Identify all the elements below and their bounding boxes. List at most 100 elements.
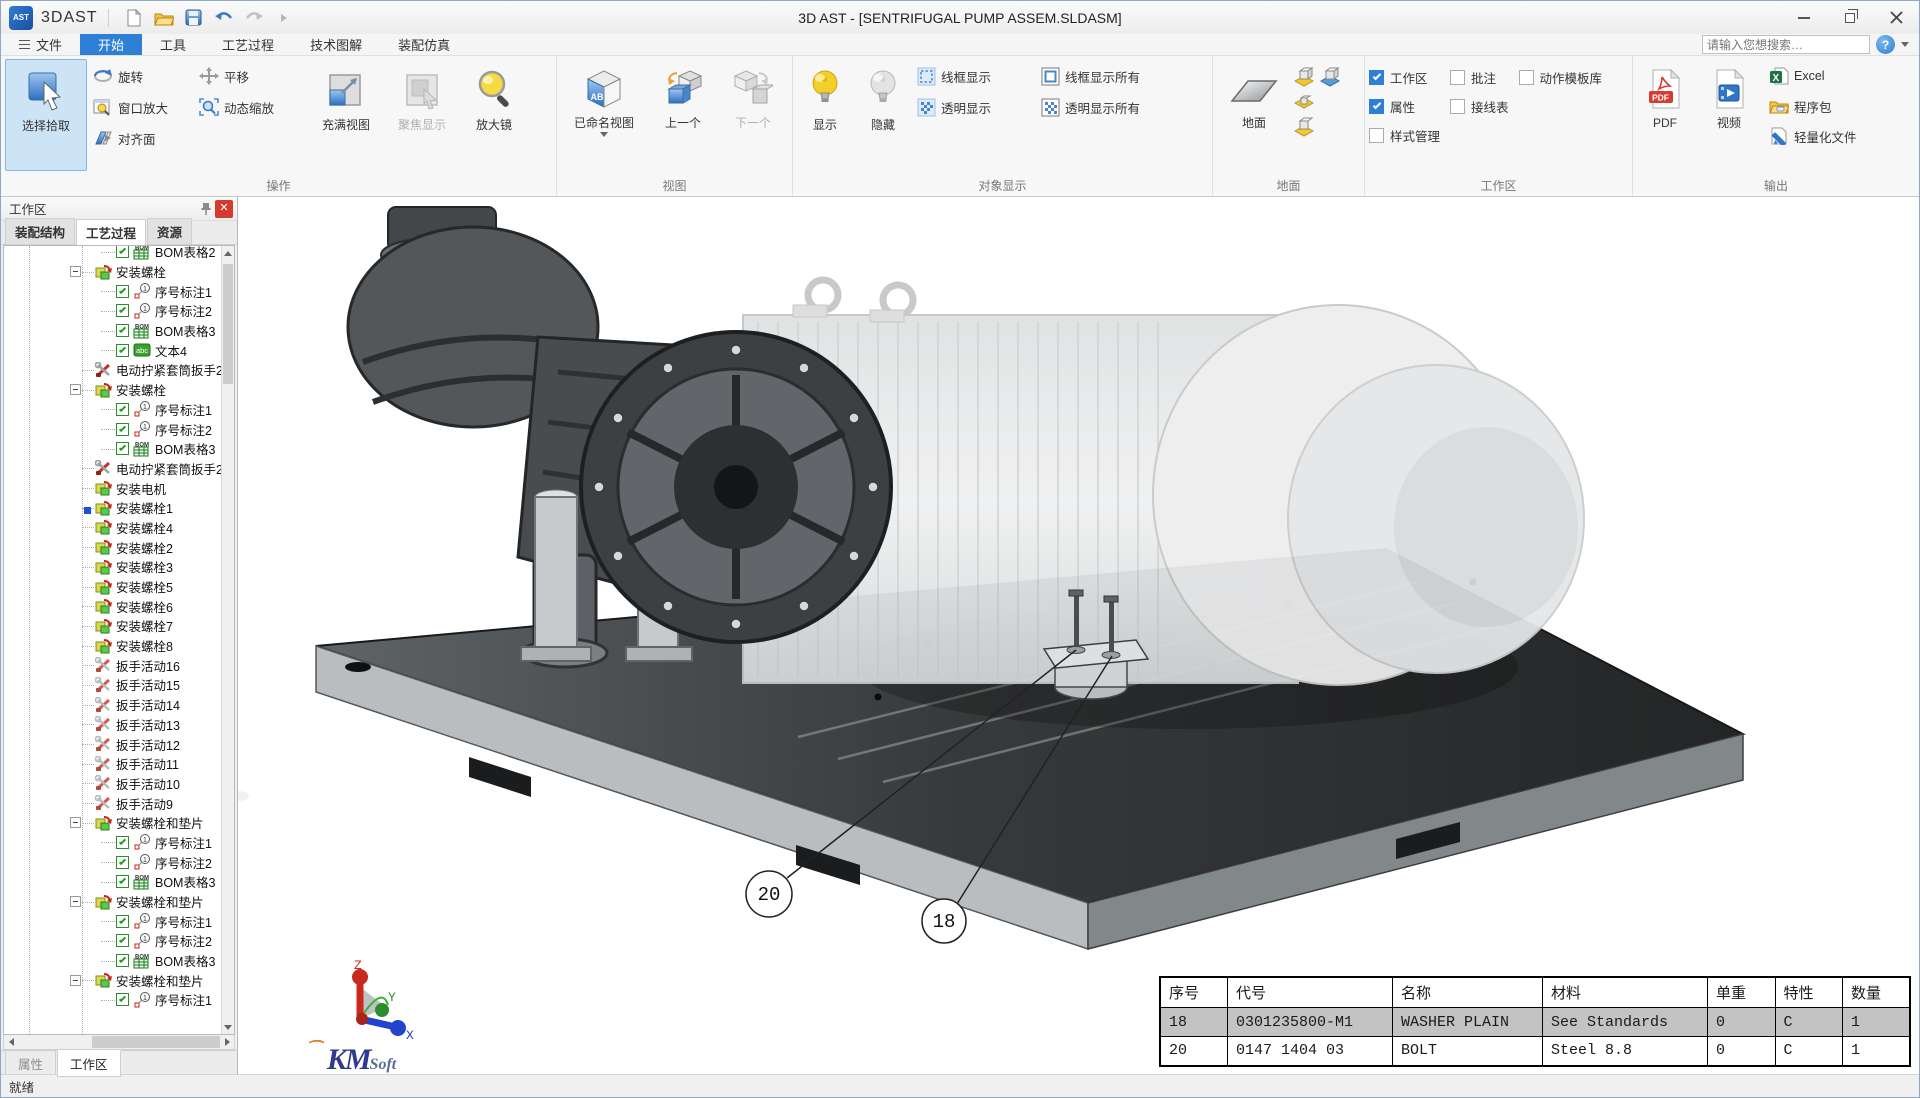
qat-customize-button[interactable] <box>271 6 297 30</box>
checkbox-icon[interactable] <box>1369 128 1384 143</box>
minimize-button[interactable] <box>1781 1 1827 34</box>
collapse-expander-icon[interactable] <box>70 975 81 986</box>
collapse-expander-icon[interactable] <box>70 384 81 395</box>
help-dropdown-icon[interactable] <box>1901 42 1909 47</box>
tab-tools[interactable]: 工具 <box>142 34 204 55</box>
tree-item-checkbox[interactable] <box>116 856 129 869</box>
export-package-button[interactable]: 程序包 <box>1765 95 1875 117</box>
annotation-checkbox-row[interactable]: 批注 <box>1450 65 1509 89</box>
tree-item[interactable]: 安装螺栓和垫片 <box>4 892 221 912</box>
scroll-left-arrow[interactable] <box>4 1035 18 1049</box>
save-button[interactable] <box>181 6 207 30</box>
export-light-file-button[interactable]: 轻量化文件 <box>1765 125 1875 147</box>
tree-item[interactable]: abc文本4 <box>4 340 221 360</box>
export-excel-button[interactable]: X Excel <box>1765 65 1875 87</box>
pump-3d-model[interactable]: 20 18 <box>238 197 1919 1074</box>
prev-view-button[interactable]: 上一个 <box>649 59 717 171</box>
tree-item[interactable]: BOMBOM表格3 <box>4 439 221 459</box>
tree-item[interactable]: BOMBOM表格2 <box>4 245 221 262</box>
open-file-button[interactable] <box>151 6 177 30</box>
tree-item-checkbox[interactable] <box>116 423 129 436</box>
fit-view-button[interactable]: 充满视图 <box>309 59 383 171</box>
redo-button[interactable] <box>241 6 267 30</box>
close-panel-button[interactable]: ✕ <box>215 200 233 218</box>
tree-item[interactable]: 1序号标注1 <box>4 400 221 420</box>
wireframe-display-button[interactable]: 线框显示 <box>913 65 1035 87</box>
tree-item-checkbox[interactable] <box>116 442 129 455</box>
wiring-table-checkbox-row[interactable]: 接线表 <box>1450 94 1509 118</box>
tab-tech-illustration[interactable]: 技术图解 <box>292 34 380 55</box>
properties-checkbox-row[interactable]: 属性 <box>1369 94 1440 118</box>
help-button[interactable]: ? <box>1876 35 1895 54</box>
scroll-right-arrow[interactable] <box>220 1035 234 1049</box>
tree-item-checkbox[interactable] <box>116 304 129 317</box>
tree-item[interactable]: 扳手活动13 <box>4 715 221 735</box>
tree-horizontal-scrollbar[interactable] <box>3 1035 235 1050</box>
workspace-checkbox-row[interactable]: 工作区 <box>1369 65 1440 89</box>
tree-item[interactable]: 安装螺栓4 <box>4 518 221 538</box>
tree-item[interactable]: 1序号标注2 <box>4 852 221 872</box>
tree-item-checkbox[interactable] <box>116 993 129 1006</box>
tree-item[interactable]: 1序号标注1 <box>4 833 221 853</box>
undo-button[interactable] <box>211 6 237 30</box>
ground-option-icon[interactable] <box>1293 67 1315 87</box>
tree-item[interactable]: BOMBOM表格3 <box>4 951 221 971</box>
tree-item[interactable]: 安装螺栓和垫片 <box>4 813 221 833</box>
tree-item[interactable]: 安装螺栓7 <box>4 616 221 636</box>
3d-viewport[interactable]: 20 18 Z <box>238 197 1919 1074</box>
tab-workspace[interactable]: 工作区 <box>57 1050 121 1077</box>
restore-button[interactable] <box>1827 1 1873 34</box>
search-box[interactable] <box>1702 35 1870 54</box>
tab-resources[interactable]: 资源 <box>147 218 192 244</box>
show-button[interactable]: 显示 <box>797 59 853 171</box>
checkbox-checked-icon[interactable] <box>1369 70 1384 85</box>
tree-item-checkbox[interactable] <box>116 403 129 416</box>
tree-item-checkbox[interactable] <box>116 954 129 967</box>
export-video-button[interactable]: 视频 <box>1701 59 1757 171</box>
scrollbar-thumb[interactable] <box>223 264 233 384</box>
tree-item[interactable]: 扳手活动10 <box>4 774 221 794</box>
tree-item[interactable]: 安装螺栓 <box>4 262 221 282</box>
style-mgmt-checkbox-row[interactable]: 样式管理 <box>1369 123 1440 147</box>
new-document-button[interactable] <box>121 6 147 30</box>
ground-option-icon[interactable] <box>1293 117 1315 137</box>
tree-item[interactable]: 安装螺栓3 <box>4 557 221 577</box>
checkbox-icon[interactable] <box>1450 99 1465 114</box>
tree-item[interactable]: 安装螺栓 <box>4 380 221 400</box>
magnifier-button[interactable]: 放大镜 <box>461 59 527 171</box>
tree-item[interactable]: 安装螺栓1 <box>4 498 221 518</box>
tab-file[interactable]: 文件 <box>1 34 80 55</box>
tree-item[interactable]: 安装螺栓和垫片 <box>4 970 221 990</box>
scroll-down-arrow[interactable] <box>222 1020 234 1034</box>
tree-item[interactable]: 扳手活动11 <box>4 754 221 774</box>
tree-item[interactable]: 1序号标注2 <box>4 301 221 321</box>
export-pdf-button[interactable]: PDF PDF <box>1637 59 1693 171</box>
bom-row[interactable]: 200147 1404 03BOLTSteel 8.80C1 <box>1160 1037 1910 1066</box>
tree-item[interactable]: 安装螺栓8 <box>4 636 221 656</box>
tree-item-checkbox[interactable] <box>116 245 129 258</box>
tree-item-checkbox[interactable] <box>116 324 129 337</box>
tab-process[interactable]: 工艺过程 <box>204 34 292 55</box>
named-views-button[interactable]: AB 已命名视图 <box>561 59 647 171</box>
transparent-all-button[interactable]: 透明显示所有 <box>1037 96 1183 118</box>
tree-item[interactable]: 1序号标注2 <box>4 931 221 951</box>
tree-item[interactable]: 扳手活动12 <box>4 734 221 754</box>
tree-item-checkbox[interactable] <box>116 285 129 298</box>
tree-item[interactable]: BOMBOM表格3 <box>4 872 221 892</box>
tab-assembly-structure[interactable]: 装配结构 <box>5 218 75 244</box>
dynamic-zoom-button[interactable]: 动态缩放 <box>195 96 307 118</box>
bom-row[interactable]: 180301235800-M1WASHER PLAINSee Standards… <box>1160 1008 1910 1037</box>
tree-item[interactable]: 扳手活动9 <box>4 793 221 813</box>
tree-item[interactable]: 扳手活动16 <box>4 655 221 675</box>
checkbox-icon[interactable] <box>1450 70 1465 85</box>
checkbox-icon[interactable] <box>1519 70 1534 85</box>
tree-item-checkbox[interactable] <box>116 934 129 947</box>
close-button[interactable] <box>1873 1 1919 34</box>
tree-item-checkbox[interactable] <box>116 915 129 928</box>
next-view-button[interactable]: 下一个 <box>719 59 787 171</box>
pin-panel-button[interactable] <box>197 200 215 218</box>
tree-item[interactable]: 扳手活动14 <box>4 695 221 715</box>
tree-item[interactable]: 1序号标注2 <box>4 419 221 439</box>
action-lib-checkbox-row[interactable]: 动作模板库 <box>1519 65 1603 89</box>
tree-item-checkbox[interactable] <box>116 344 129 357</box>
